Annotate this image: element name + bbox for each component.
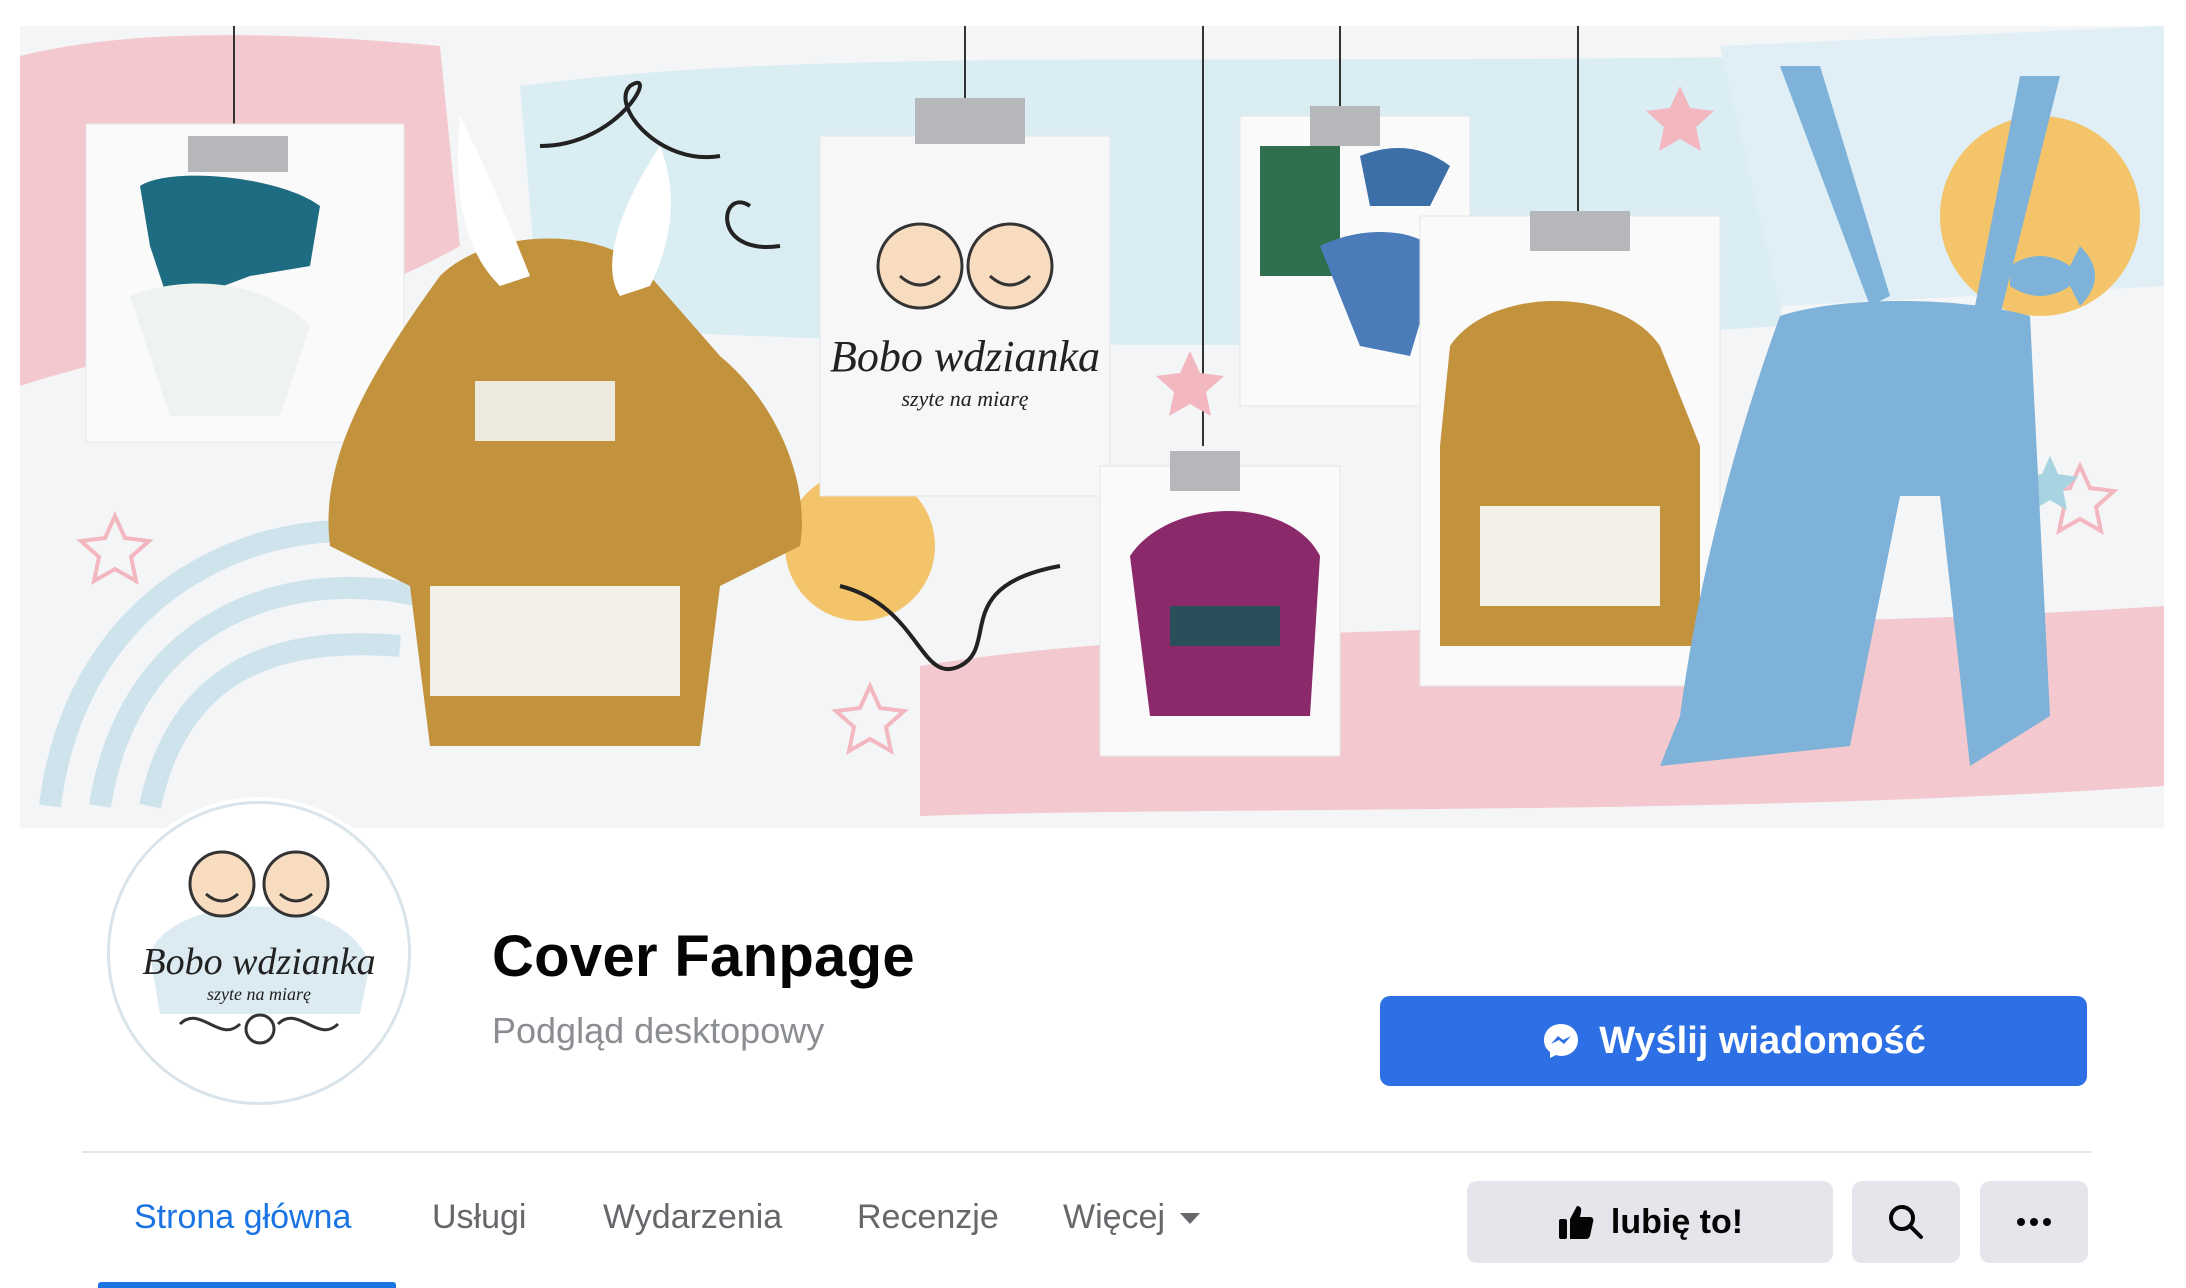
tab-more-label: Więcej <box>1063 1198 1166 1236</box>
tab-home[interactable]: Strona główna <box>134 1198 351 1237</box>
caret-down-icon <box>1180 1212 1201 1224</box>
profile-avatar[interactable]: Bobo wdzianka szyte na miarę <box>107 801 411 1105</box>
tab-events[interactable]: Wydarzenia <box>603 1198 782 1237</box>
send-message-button[interactable]: Wyślij wiadomość <box>1380 996 2087 1086</box>
cover-logo-text: Bobo wdzianka <box>830 332 1100 381</box>
more-dots-icon <box>2017 1218 2051 1226</box>
messenger-icon <box>1544 1024 1579 1058</box>
page-subtitle: Podgląd desktopowy <box>492 1010 825 1051</box>
like-button[interactable]: lubię to! <box>1467 1181 1833 1263</box>
thumbs-up-icon <box>1558 1206 1594 1239</box>
avatar-logo-tagline: szyte na miarę <box>207 984 311 1004</box>
section-divider <box>82 1151 2092 1153</box>
tab-reviews[interactable]: Recenzje <box>857 1198 999 1237</box>
tab-more[interactable]: Więcej <box>1063 1198 1201 1237</box>
avatar-logo: Bobo wdzianka szyte na miarę <box>110 804 408 1102</box>
avatar-logo-text: Bobo wdzianka <box>142 941 375 983</box>
cover-photo[interactable]: Bobo wdzianka szyte na miarę <box>20 26 2164 828</box>
tab-services[interactable]: Usługi <box>432 1198 526 1237</box>
search-icon <box>1889 1205 1923 1239</box>
active-tab-indicator <box>98 1282 396 1288</box>
like-label: lubię to! <box>1610 1202 1744 1241</box>
cover-artwork: Bobo wdzianka szyte na miarę <box>20 26 2164 816</box>
page-title: Cover Fanpage <box>492 924 915 989</box>
cover-logo-tagline: szyte na miarę <box>901 386 1028 411</box>
send-message-label: Wyślij wiadomość <box>1599 1019 1926 1062</box>
more-options-button[interactable] <box>1980 1181 2088 1263</box>
search-button[interactable] <box>1852 1181 1960 1263</box>
